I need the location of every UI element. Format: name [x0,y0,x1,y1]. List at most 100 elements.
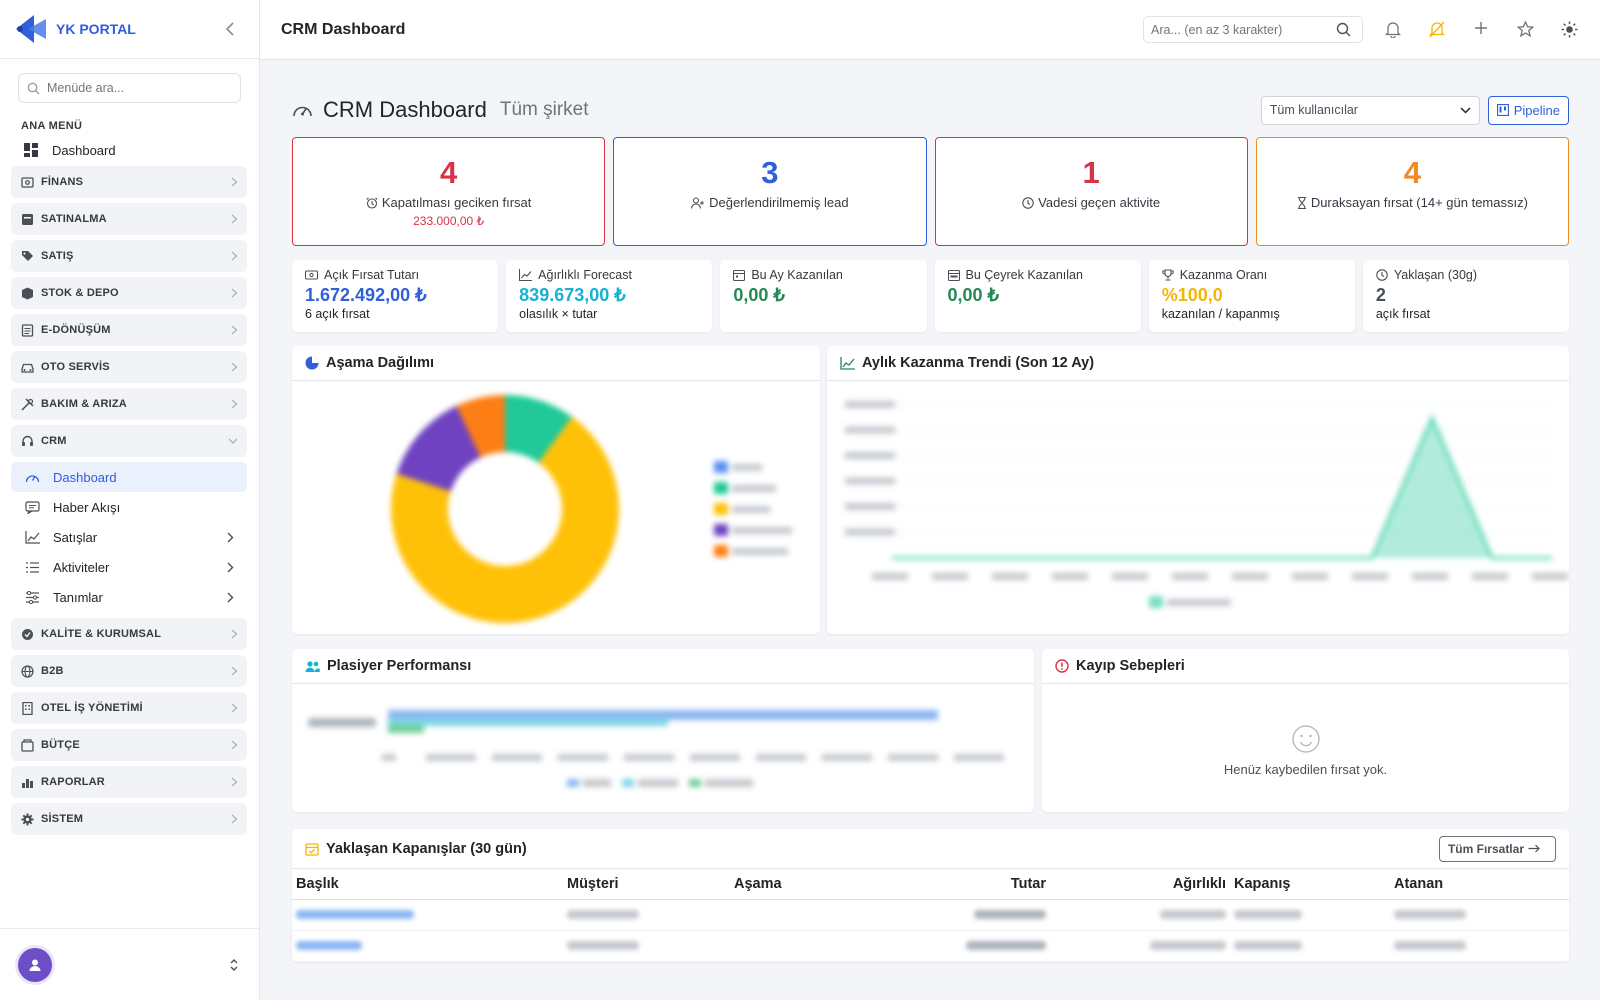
sales-bar-chart [308,710,1004,787]
sidebar-group-raporlar[interactable]: RAPORLAR [11,766,247,798]
sidebar-group-bakim-ariza[interactable]: BAKIM & ARIZA [11,388,247,420]
sidebar-group-si-stem[interactable]: SİSTEM [11,803,247,835]
table-row[interactable] [292,899,1569,931]
page-title: CRM Dashboard [323,97,487,122]
sun-icon[interactable] [1547,21,1591,38]
calendar-range-icon [947,269,966,281]
trend-area-chart [845,401,1568,608]
chevron-right-icon [231,777,238,787]
brand: YK PORTAL [0,0,259,59]
column-header: Aşama [730,869,930,900]
sidebar-group-oto-servi-s[interactable]: OTO SERVİS [11,351,247,383]
empty-state: Henüz kaybedilen fırsat yok. [1042,724,1569,777]
sidebar-group-satinalma[interactable]: SATINALMA [11,203,247,235]
menu-search-input[interactable] [47,81,217,95]
alert-value: 4 [1403,155,1421,190]
search-icon[interactable] [1336,22,1351,37]
sidebar-group-label: SİSTEM [41,813,84,825]
card-header: Plasiyer Performansı [292,649,1034,684]
globe-icon [20,664,34,678]
alert-amount: 233.000,00 ₺ [413,214,485,228]
chevron-right-icon [231,214,238,224]
sidebar-item-activities[interactable]: Aktiviteler [11,552,247,582]
kpi-value: 0,00 ₺ [947,285,1000,305]
sidebar-group-sati-[interactable]: SATIŞ [11,240,247,272]
chevron-right-icon [231,325,238,335]
empty-state-text: Henüz kaybedilen fırsat yok. [1223,762,1388,777]
section-title: ANA MENÜ [21,120,83,132]
x-tick-label [1532,573,1568,580]
global-search-input[interactable] [1151,22,1336,37]
sidebar-group-label: SATINALMA [41,213,107,225]
alert-card[interactable]: 4 Duraksayan fırsat (14+ gün temassız) [1255,137,1569,246]
alert-card[interactable]: 1 Vadesi geçen aktivite [934,137,1248,246]
legend-swatch [714,461,728,473]
card-title: Yaklaşan Kapanışlar (30 gün) [326,840,527,857]
chevron-right-icon [231,177,238,187]
alert-card[interactable]: 4 Kapatılması geciken fırsat 233.000,00 ₺ [292,137,606,246]
sidebar-group-b2b[interactable]: B2B [11,655,247,687]
kpi-value: 1.672.492,00 ₺ [305,285,427,305]
kpi-subtext: açık fırsat [1375,307,1431,321]
alert-circle-icon [1055,659,1076,673]
sidebar-item-news-feed[interactable]: Haber Akışı [11,492,247,522]
collapse-sidebar-icon[interactable] [225,22,235,36]
pie-chart-icon [305,356,326,370]
kpi-label: Açık Fırsat Tutarı [324,268,420,282]
chevron-right-icon [227,562,234,573]
speedometer-icon [24,471,40,484]
sidebar-group-label: BAKIM & ARIZA [41,398,127,410]
sidebar-group-crm[interactable]: CRM [11,425,247,457]
opportunity-link[interactable] [296,941,362,950]
arrow-right-icon [1524,844,1547,853]
alert-cards: 4 Kapatılması geciken fırsat 233.000,00 ₺ 3… [292,137,1569,246]
bell-icon[interactable] [1371,21,1415,38]
sidebar-group-fi-nans[interactable]: FİNANS [11,166,247,198]
global-search[interactable] [1143,16,1363,43]
upcoming-closings-card: Yaklaşan Kapanışlar (30 gün) Tüm Fırsatl… [292,829,1569,962]
opportunity-link[interactable] [296,910,414,919]
award-icon [20,628,34,641]
user-plus-icon [691,196,709,209]
alert-card[interactable]: 3 Değerlendirilmemiş lead [613,137,927,246]
sidebar-item-dashboard[interactable]: Dashboard [24,140,259,160]
sidebar-group-b-t-e[interactable]: BÜTÇE [11,729,247,761]
x-tick-label [1472,573,1508,580]
plus-icon[interactable] [1459,21,1503,38]
upcoming-table: Başlık Müşteri Aşama Tutar Ağırlıklı Kap… [292,869,1569,962]
stage-distribution-card: Aşama Dağılımı [292,346,820,634]
legend-label [732,464,762,471]
monthly-trend-card: Aylık Kazanma Trendi (Son 12 Ay) [827,346,1569,634]
expand-user-menu-icon[interactable] [229,958,239,972]
sidebar-item-sales[interactable]: Satışlar [11,522,247,552]
chart-line-icon [24,530,40,544]
x-tick-label [1232,573,1268,580]
speedometer-icon [292,101,313,119]
bell-off-icon[interactable] [1415,21,1459,38]
table-row[interactable] [292,930,1569,962]
kpi-label: Ağırlıklı Forecast [538,268,632,282]
trend-icon [519,269,538,281]
page-header: CRM Dashboard Tüm şirket Tüm kullanıcıla… [292,94,1569,126]
kpi-card: Bu Ay Kazanılan 0,00 ₺ [720,260,927,332]
sidebar-group-otel-i-y-neti-mi-[interactable]: OTEL İŞ YÖNETİMİ [11,692,247,724]
sidebar-item-label: Haber Akışı [53,499,121,515]
sidebar-group-stok-depo[interactable]: STOK & DEPO [11,277,247,309]
sidebar-item-definitions[interactable]: Tanımlar [11,582,247,612]
chevron-right-icon [231,814,238,824]
sidebar-group-e-d-n-m[interactable]: E-DÖNÜŞÜM [11,314,247,346]
chevron-right-icon [231,288,238,298]
cart-icon [20,213,34,226]
pipeline-button[interactable]: Pipeline [1487,95,1569,125]
avatar[interactable] [18,947,52,982]
sidebar-group-kali-te-kurumsal[interactable]: KALİTE & KURUMSAL [11,618,247,650]
sidebar-group-label: FİNANS [41,176,84,188]
menu-search[interactable] [18,73,241,103]
user-select[interactable]: Tüm kullanıcılar [1260,95,1480,125]
chevron-right-icon [227,532,234,543]
kpi-value: %100,0 [1161,285,1223,305]
all-opportunities-button[interactable]: Tüm Fırsatlar [1438,835,1556,862]
star-icon[interactable] [1503,21,1547,38]
sidebar-item-dashboard[interactable]: Dashboard [11,462,247,492]
kpi-value: 0,00 ₺ [733,285,785,305]
